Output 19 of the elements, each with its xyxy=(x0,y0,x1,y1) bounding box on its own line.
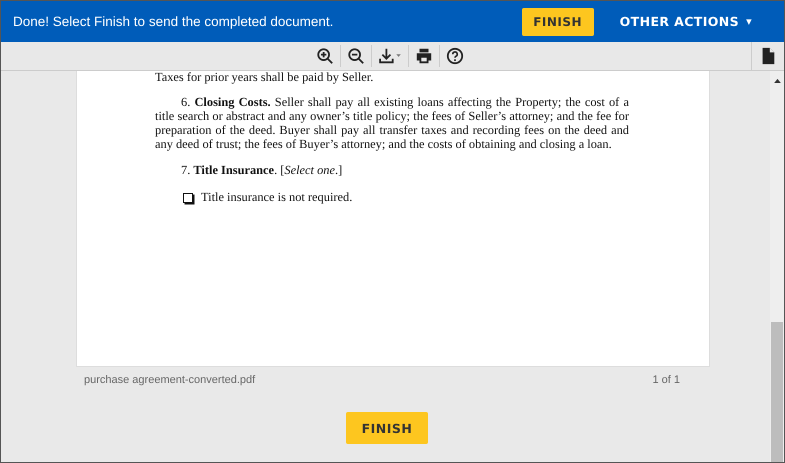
zoom-in-icon[interactable] xyxy=(316,47,334,65)
scroll-thumb[interactable] xyxy=(771,322,783,462)
other-actions-button[interactable]: OTHER ACTIONS ▾ xyxy=(620,14,752,29)
status-message: Done! Select Finish to send the completed document. xyxy=(13,14,334,29)
file-name: purchase agreement-converted.pdf xyxy=(84,374,256,386)
help-icon[interactable] xyxy=(446,47,464,65)
document-paragraph: 6. Closing Costs. Seller shall pay all existing loans affecting the Property; the cost of a title search or abstract and any owner’s title policy; the fees of Seller’s attorney; and the fee for preparation of the deed. Buyer shall pay all transfer taxes and recording fees on the deed and any deed of trust; the fees of Buyer’s attorney; and the costs of obtaining and closing a loan. xyxy=(155,95,629,151)
finish-button[interactable]: FINISH xyxy=(522,8,594,36)
checkbox-label: Title insurance is not required. xyxy=(201,190,352,205)
finish-button[interactable]: FINISH xyxy=(346,412,428,444)
section-heading: 7. Title Insurance. [Select one.] xyxy=(180,163,344,178)
checkbox[interactable] xyxy=(183,192,193,202)
download-icon[interactable] xyxy=(378,47,402,65)
scroll-up-icon[interactable] xyxy=(774,78,780,83)
document-text: Taxes for prior years shall be paid by Seller. xyxy=(155,71,374,83)
page-count: 1 of 1 xyxy=(652,374,680,386)
scrollbar[interactable] xyxy=(770,71,784,462)
print-icon[interactable] xyxy=(415,47,433,65)
zoom-out-icon[interactable] xyxy=(347,47,365,65)
